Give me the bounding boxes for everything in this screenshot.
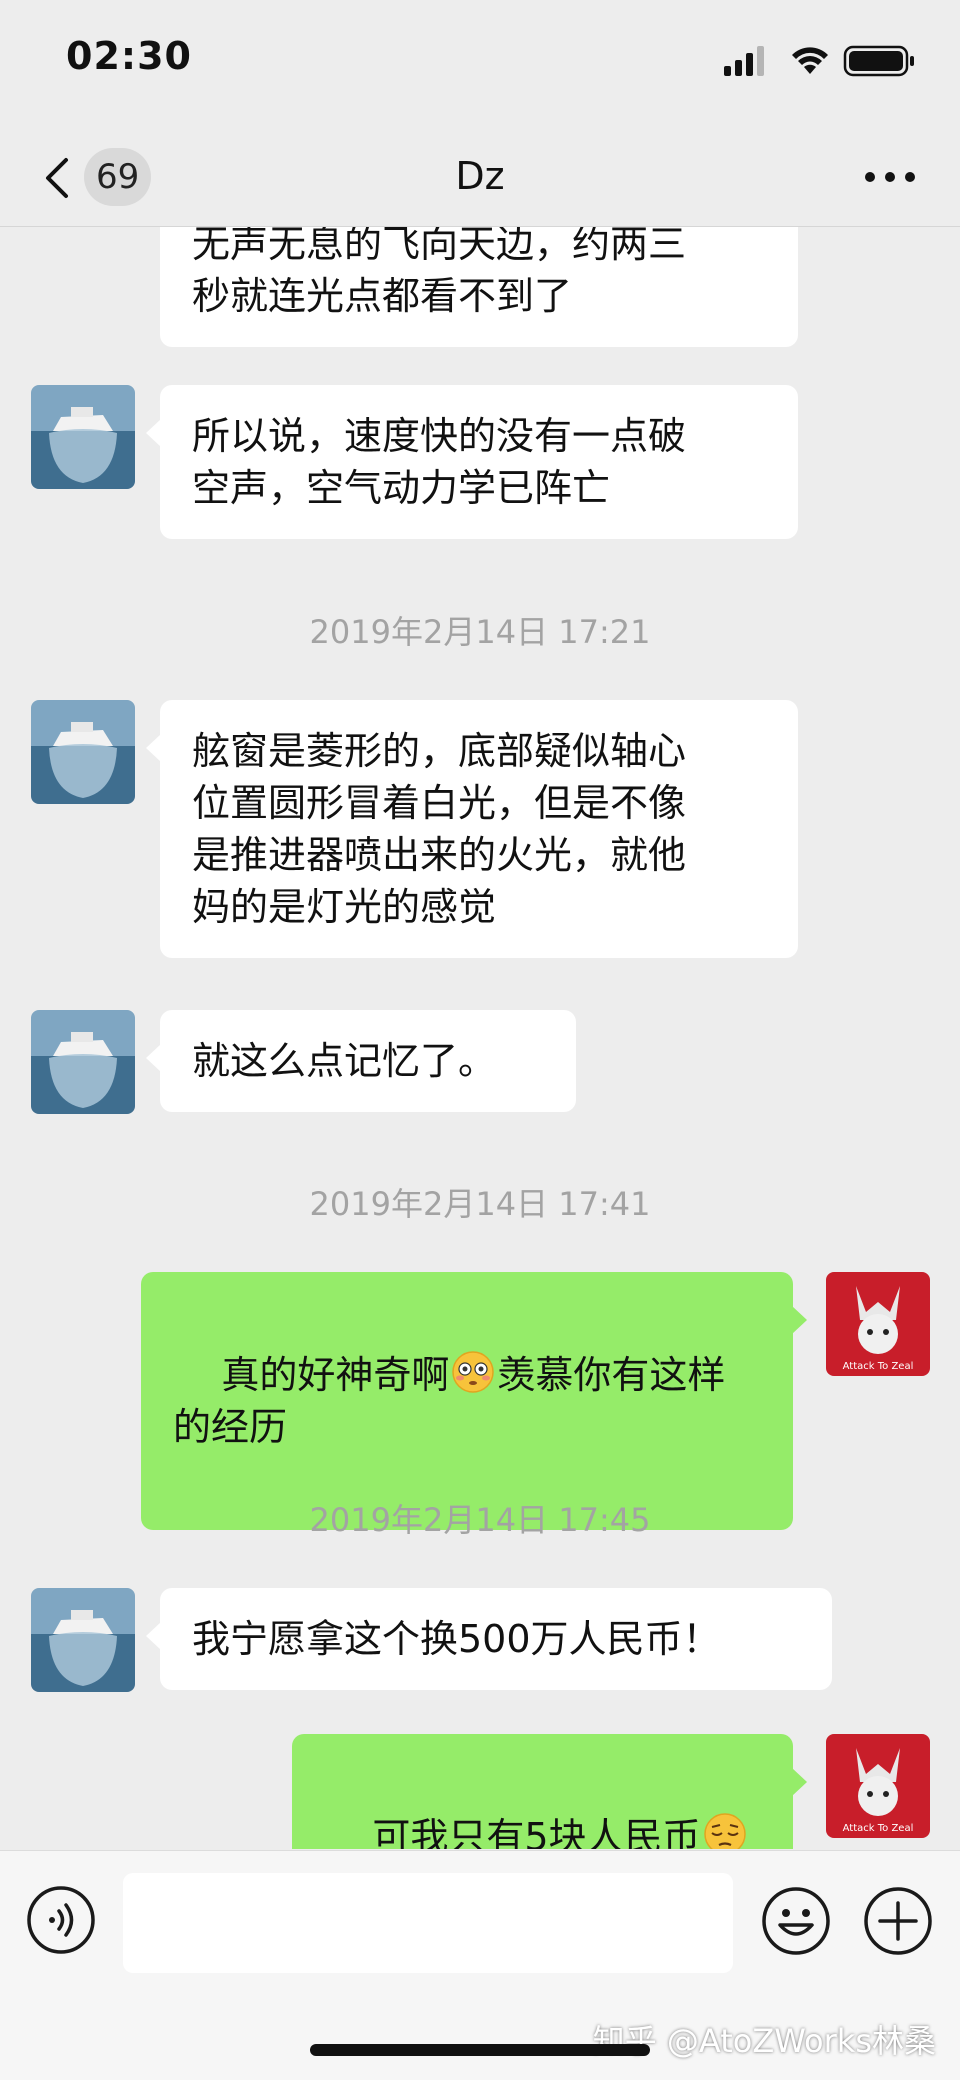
flushed-face-emoji-icon	[452, 1351, 495, 1393]
status-time: 02:30	[66, 34, 192, 78]
ship-iceberg-avatar	[31, 700, 135, 804]
message-text: 可我只有5块人民币	[372, 1815, 701, 1849]
ship-iceberg-avatar	[31, 1588, 135, 1692]
pensive-face-emoji-icon	[703, 1813, 746, 1849]
home-indicator[interactable]	[310, 2044, 650, 2056]
contact-avatar[interactable]	[31, 1010, 135, 1114]
red-cartoon-character-avatar: Attack To Zeal	[826, 1734, 930, 1838]
battery-icon	[843, 45, 914, 77]
avatar-caption: Attack To Zeal	[843, 1823, 914, 1834]
ship-iceberg-avatar	[31, 1010, 135, 1114]
message-text: 真的好神奇啊	[221, 1353, 450, 1397]
message-timestamp: 2019年2月14日 17:45	[309, 1501, 651, 1539]
ship-iceberg-avatar	[31, 385, 135, 489]
message-bubble-incoming[interactable]: 我宁愿拿这个换500万人民币！	[146, 1588, 832, 1690]
message-bubble-incoming[interactable]: 舷窗是菱形的，底部疑似轴心 位置圆形冒着白光，但是不像 是推进器喷出来的火光，就…	[146, 700, 798, 958]
contact-avatar[interactable]	[31, 1588, 135, 1692]
avatar-caption: Attack To Zeal	[843, 1361, 914, 1372]
self-avatar[interactable]: Attack To Zeal	[826, 1272, 930, 1376]
message-timestamp: 2019年2月14日 17:21	[309, 613, 651, 651]
message-list[interactable]: 无声无息的飞向天边，约两三 秒就连光点都看不到了 所以说，速度快的没有一点破 空…	[0, 227, 960, 1849]
chat-header: 69 Dz	[0, 130, 960, 227]
message-bubble-incoming[interactable]: 无声无息的飞向天边，约两三 秒就连光点都看不到了	[160, 227, 798, 347]
emoji-icon[interactable]	[760, 1885, 832, 1957]
red-cartoon-character-avatar: Attack To Zeal	[826, 1272, 930, 1376]
message-bubble-incoming[interactable]: 就这么点记忆了。	[146, 1010, 576, 1112]
cellular-signal-icon	[724, 46, 764, 76]
message-timestamp: 2019年2月14日 17:41	[309, 1185, 651, 1223]
contact-avatar[interactable]	[31, 700, 135, 804]
status-bar: 02:30	[0, 0, 960, 130]
self-avatar[interactable]: Attack To Zeal	[826, 1734, 930, 1838]
message-bubble-outgoing[interactable]: 可我只有5块人民币	[292, 1734, 807, 1849]
ellipsis-icon[interactable]	[860, 152, 920, 202]
message-input[interactable]	[123, 1873, 733, 1973]
message-bubble-outgoing[interactable]: 真的好神奇啊 羡慕你有这样 的经历	[141, 1272, 807, 1530]
plus-icon[interactable]	[862, 1885, 934, 1957]
contact-avatar[interactable]	[31, 385, 135, 489]
message-bubble-incoming[interactable]: 所以说，速度快的没有一点破 空声，空气动力学已阵亡	[146, 385, 798, 539]
voice-input-icon[interactable]	[26, 1885, 96, 1955]
wifi-icon	[792, 47, 828, 74]
status-icons	[724, 45, 914, 77]
chat-title: Dz	[455, 154, 505, 198]
